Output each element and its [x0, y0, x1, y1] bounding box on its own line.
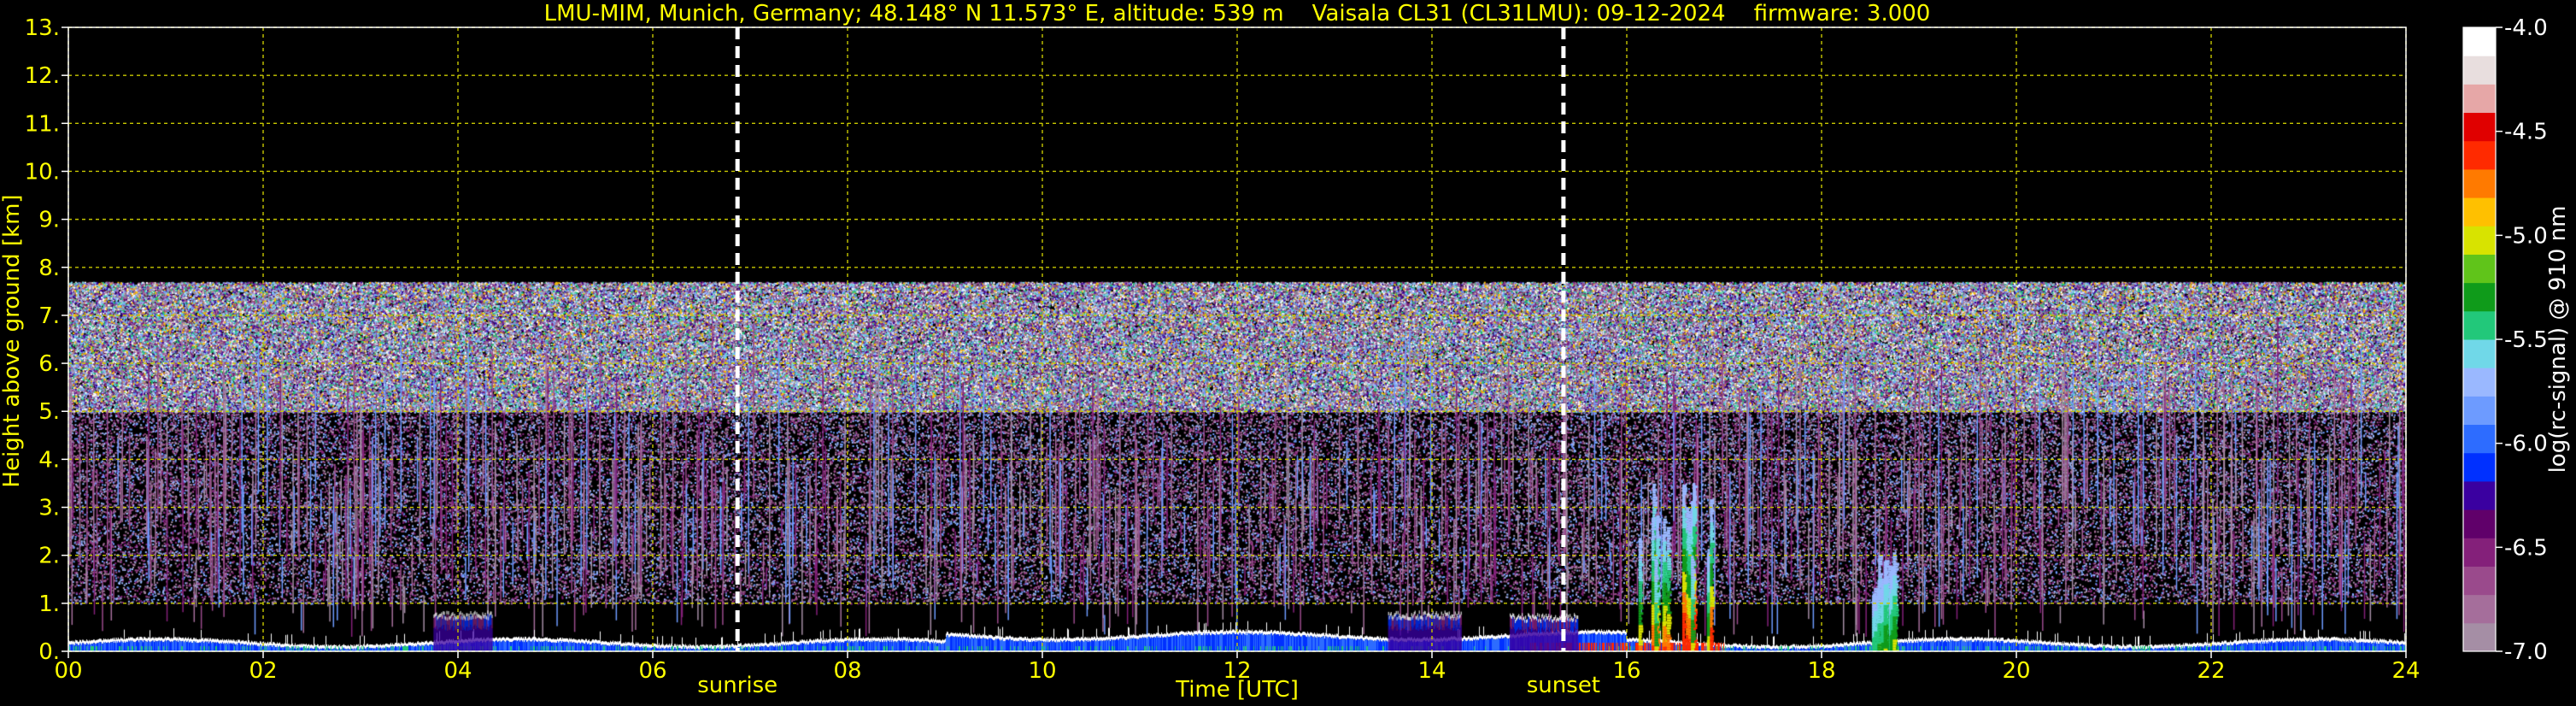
x-tick-label: 10: [1028, 658, 1056, 684]
x-tick-label: 24: [2391, 658, 2420, 684]
ceilometer-chart: LMU-MIM, Munich, Germany; 48.148° N 11.5…: [0, 0, 2576, 706]
colorbar-segment: [2463, 254, 2496, 284]
backscatter-image: [68, 27, 2406, 651]
colorbar-tick-label: -7.0: [2504, 639, 2548, 665]
colorbar-tick-label: -4.0: [2504, 15, 2548, 41]
y-tick-label: 6.: [38, 351, 60, 377]
x-tick-label: 08: [833, 658, 861, 684]
colorbar-segment: [2463, 424, 2496, 454]
y-tick-label: 7.: [38, 303, 60, 329]
y-tick-label: 0.: [38, 639, 60, 665]
colorbar-tick-label: -6.5: [2504, 535, 2548, 561]
colorbar-tick-label: -5.5: [2504, 327, 2548, 353]
y-tick-label: 9.: [38, 208, 60, 233]
x-tick-label: 04: [443, 658, 472, 684]
colorbar-segment: [2463, 197, 2496, 227]
event-label: sunset: [1527, 673, 1600, 698]
y-tick-label: 1.: [38, 591, 60, 617]
colorbar-segment: [2463, 112, 2496, 142]
colorbar-segment: [2463, 310, 2496, 340]
colorbar-segment: [2463, 594, 2496, 624]
colorbar-segment: [2463, 140, 2496, 170]
colorbar-segment: [2463, 339, 2496, 368]
y-axis-label: Height above ground [km]: [0, 194, 25, 487]
y-tick-label: 13.: [25, 15, 60, 41]
colorbar-segment: [2463, 566, 2496, 596]
colorbar-segment: [2463, 538, 2496, 567]
colorbar-segment: [2463, 622, 2496, 652]
y-tick-label: 3.: [38, 496, 60, 521]
x-axis-label: Time [UTC]: [1175, 677, 1299, 703]
y-tick-label: 10.: [25, 159, 60, 185]
event-label: sunrise: [697, 673, 777, 698]
colorbar-label: log(rc-signal) @ 910 nm: [2545, 206, 2571, 474]
y-tick-label: 11.: [25, 111, 60, 137]
colorbar-segment: [2463, 27, 2496, 56]
y-tick-label: 4.: [38, 447, 60, 473]
x-tick-label: 02: [249, 658, 277, 684]
colorbar-segment: [2463, 226, 2496, 255]
plot-area: [68, 27, 2406, 651]
x-tick-label: 18: [1807, 658, 1835, 684]
colorbar-tick-label: -5.0: [2504, 223, 2548, 249]
y-tick-label: 8.: [38, 256, 60, 281]
y-tick-label: 5.: [38, 399, 60, 425]
x-tick-label: 22: [2197, 658, 2225, 684]
x-tick-label: 20: [2002, 658, 2030, 684]
y-tick-label: 12.: [25, 63, 60, 89]
colorbar-segment: [2463, 282, 2496, 312]
colorbar-tick-label: -4.5: [2504, 120, 2548, 145]
x-tick-label: 06: [638, 658, 666, 684]
x-tick-label: 16: [1612, 658, 1640, 684]
colorbar-segment: [2463, 168, 2496, 198]
colorbar-segment: [2463, 368, 2496, 397]
colorbar-segment: [2463, 480, 2496, 510]
colorbar-segment: [2463, 396, 2496, 426]
colorbar-segment: [2463, 56, 2496, 85]
x-tick-label: 14: [1417, 658, 1446, 684]
chart-title: LMU-MIM, Munich, Germany; 48.148° N 11.5…: [544, 1, 1931, 26]
colorbar-segment: [2463, 509, 2496, 538]
colorbar-segment: [2463, 84, 2496, 114]
colorbar-segment: [2463, 452, 2496, 482]
y-tick-label: 2.: [38, 544, 60, 569]
colorbar-tick-label: -6.0: [2504, 432, 2548, 457]
